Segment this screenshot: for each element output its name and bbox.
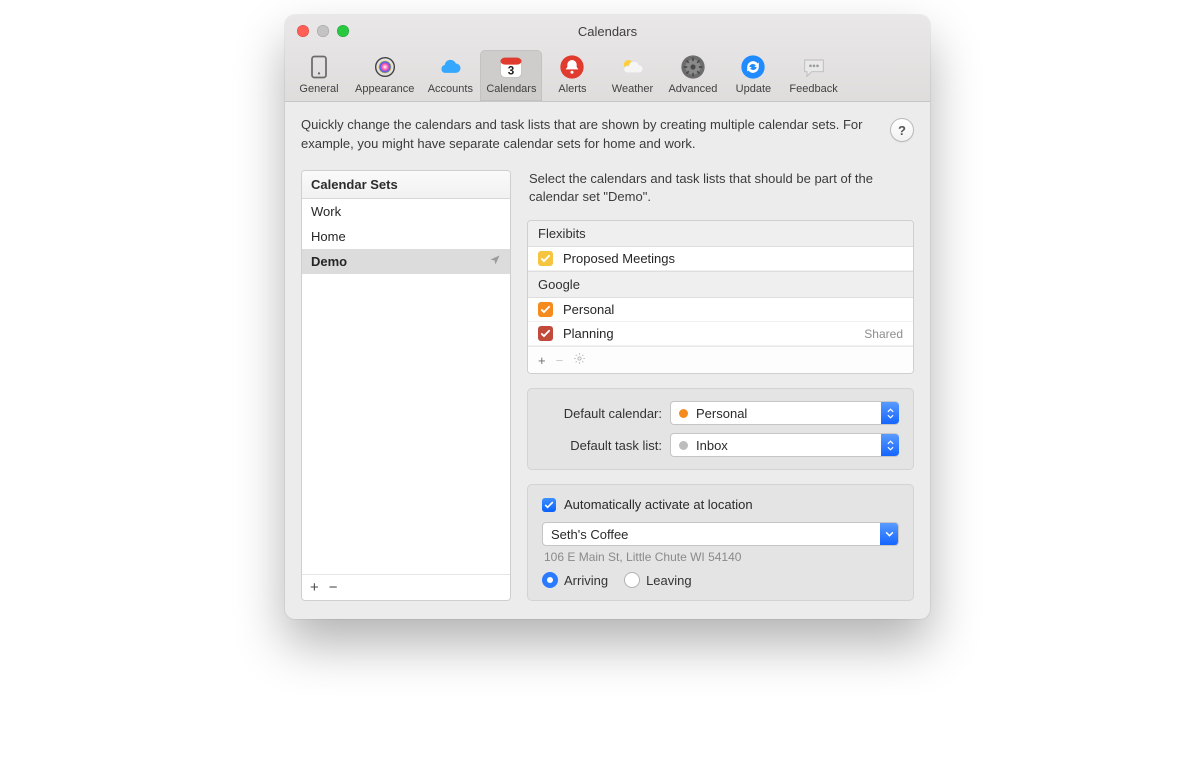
- update-icon: [739, 53, 767, 81]
- set-name: Demo: [311, 254, 347, 269]
- location-combobox[interactable]: Seth's Coffee: [542, 522, 899, 546]
- description-text: Quickly change the calendars and task li…: [301, 116, 880, 154]
- calendar-sets-header: Calendar Sets: [302, 171, 510, 199]
- calendar-icon: 3: [497, 53, 525, 81]
- content: Quickly change the calendars and task li…: [285, 102, 930, 619]
- tab-label: Accounts: [428, 83, 473, 95]
- location-value: Seth's Coffee: [551, 527, 628, 542]
- add-calendar-button[interactable]: +: [538, 353, 546, 368]
- set-item-home[interactable]: Home: [302, 224, 510, 249]
- general-icon: [305, 53, 333, 81]
- location-mode-radios: Arriving Leaving: [542, 572, 899, 588]
- chevron-down-icon: [880, 522, 898, 546]
- select-value: Inbox: [696, 438, 728, 453]
- tab-label: Calendars: [486, 83, 536, 95]
- remove-calendar-button[interactable]: −: [556, 353, 564, 368]
- set-name: Work: [311, 204, 341, 219]
- default-tasklist-label: Default task list:: [542, 438, 662, 453]
- calendars-list: Flexibits Proposed Meetings Google Perso…: [527, 220, 914, 374]
- checkbox[interactable]: [538, 302, 553, 317]
- set-list-footer: + −: [302, 574, 510, 600]
- auto-activate-label: Automatically activate at location: [564, 497, 753, 512]
- shared-tag: Shared: [864, 327, 903, 341]
- select-value: Personal: [696, 406, 747, 421]
- cal-row-personal[interactable]: Personal: [528, 298, 913, 322]
- close-button[interactable]: [297, 25, 309, 37]
- calendar-sets-list: Work Home Demo: [302, 199, 510, 574]
- default-calendar-select[interactable]: Personal: [670, 401, 899, 425]
- checkbox[interactable]: [538, 326, 553, 341]
- tab-label: Update: [736, 83, 771, 95]
- titlebar: Calendars General Appearance Accounts: [285, 15, 930, 102]
- cal-row-planning[interactable]: Planning Shared: [528, 322, 913, 346]
- tab-appearance[interactable]: Appearance: [349, 50, 420, 101]
- tab-weather[interactable]: Weather: [602, 50, 662, 101]
- tab-accounts[interactable]: Accounts: [420, 50, 480, 101]
- appearance-icon: [371, 53, 399, 81]
- radio-label: Leaving: [646, 573, 692, 588]
- cal-name: Planning: [563, 326, 614, 341]
- radio-leaving[interactable]: Leaving: [624, 572, 692, 588]
- tab-calendars[interactable]: 3 Calendars: [480, 50, 542, 101]
- gear-icon: [679, 53, 707, 81]
- tab-label: General: [299, 83, 338, 95]
- cal-name: Personal: [563, 302, 614, 317]
- set-item-demo[interactable]: Demo: [302, 249, 510, 274]
- chevron-updown-icon: [881, 401, 899, 425]
- remove-set-button[interactable]: −: [329, 579, 338, 596]
- tab-advanced[interactable]: Advanced: [662, 50, 723, 101]
- checkbox[interactable]: [542, 498, 556, 512]
- prefs-toolbar: General Appearance Accounts 3 Calendars: [285, 47, 930, 101]
- minimize-button[interactable]: [317, 25, 329, 37]
- cal-row-proposed-meetings[interactable]: Proposed Meetings: [528, 247, 913, 271]
- radio-dot: [542, 572, 558, 588]
- set-name: Home: [311, 229, 346, 244]
- color-dot: [679, 409, 688, 418]
- speech-icon: [800, 53, 828, 81]
- location-section: Automatically activate at location Seth'…: [527, 484, 914, 601]
- radio-arriving[interactable]: Arriving: [542, 572, 608, 588]
- tab-label: Appearance: [355, 83, 414, 95]
- cloud-icon: [436, 53, 464, 81]
- group-header-flexibits: Flexibits: [528, 221, 913, 247]
- zoom-button[interactable]: [337, 25, 349, 37]
- bell-icon: [558, 53, 586, 81]
- chevron-updown-icon: [881, 433, 899, 457]
- color-dot: [679, 441, 688, 450]
- tab-alerts[interactable]: Alerts: [542, 50, 602, 101]
- set-item-work[interactable]: Work: [302, 199, 510, 224]
- radio-dot: [624, 572, 640, 588]
- defaults-section: Default calendar: Personal Default task …: [527, 388, 914, 470]
- cal-list-footer: + −: [528, 346, 913, 373]
- tab-update[interactable]: Update: [723, 50, 783, 101]
- location-address: 106 E Main St, Little Chute WI 54140: [542, 550, 899, 564]
- default-calendar-label: Default calendar:: [542, 406, 662, 421]
- preferences-window: Calendars General Appearance Accounts: [285, 15, 930, 619]
- window-title: Calendars: [285, 24, 930, 39]
- checkbox[interactable]: [538, 251, 553, 266]
- cal-name: Proposed Meetings: [563, 251, 675, 266]
- group-header-google: Google: [528, 271, 913, 298]
- help-button[interactable]: ?: [890, 118, 914, 142]
- tab-feedback[interactable]: Feedback: [783, 50, 843, 101]
- svg-text:3: 3: [508, 65, 515, 78]
- tab-label: Weather: [612, 83, 653, 95]
- tab-label: Advanced: [668, 83, 717, 95]
- calendar-sets-panel: Calendar Sets Work Home Demo: [301, 170, 511, 601]
- window-controls: [285, 25, 349, 37]
- weather-icon: [618, 53, 646, 81]
- location-arrow-icon: [489, 254, 501, 269]
- tab-label: Feedback: [789, 83, 837, 95]
- tab-label: Alerts: [558, 83, 586, 95]
- tab-general[interactable]: General: [289, 50, 349, 101]
- radio-label: Arriving: [564, 573, 608, 588]
- auto-activate-row[interactable]: Automatically activate at location: [542, 497, 899, 512]
- add-set-button[interactable]: +: [310, 579, 319, 596]
- gear-icon[interactable]: [573, 352, 586, 368]
- selection-info: Select the calendars and task lists that…: [527, 170, 914, 206]
- default-tasklist-select[interactable]: Inbox: [670, 433, 899, 457]
